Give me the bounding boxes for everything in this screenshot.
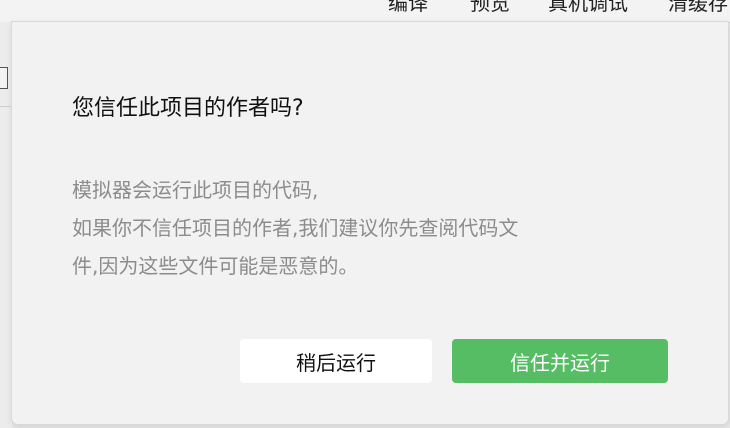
top-toolbar: 编译 预览 真机调试 清缓存	[0, 0, 730, 23]
left-panel-edge	[0, 22, 12, 428]
run-later-button[interactable]: 稍后运行	[240, 339, 432, 383]
left-panel-divider	[0, 106, 12, 107]
dialog-title: 您信任此项目的作者吗?	[72, 96, 304, 121]
toolbar-clear-cache-button[interactable]: 清缓存	[668, 0, 728, 16]
toolbar-compile-button[interactable]: 编译	[388, 0, 428, 16]
dialog-message-line: 如果你不信任项目的作者,我们建议你先查阅代码文	[72, 216, 519, 240]
dialog-message-line: 件,因为这些文件可能是恶意的。	[72, 254, 359, 278]
toolbar-preview-button[interactable]: 预览	[470, 0, 510, 16]
dialog-message: 模拟器会运行此项目的代码, 如果你不信任项目的作者,我们建议你先查阅代码文 件,…	[72, 171, 632, 285]
dialog-message-line: 模拟器会运行此项目的代码,	[72, 178, 319, 202]
trust-dialog: 您信任此项目的作者吗? 模拟器会运行此项目的代码, 如果你不信任项目的作者,我们…	[12, 22, 728, 424]
toolbar-device-debug-button[interactable]: 真机调试	[548, 0, 628, 16]
trust-and-run-button[interactable]: 信任并运行	[452, 339, 668, 383]
left-panel-control[interactable]	[0, 67, 8, 89]
